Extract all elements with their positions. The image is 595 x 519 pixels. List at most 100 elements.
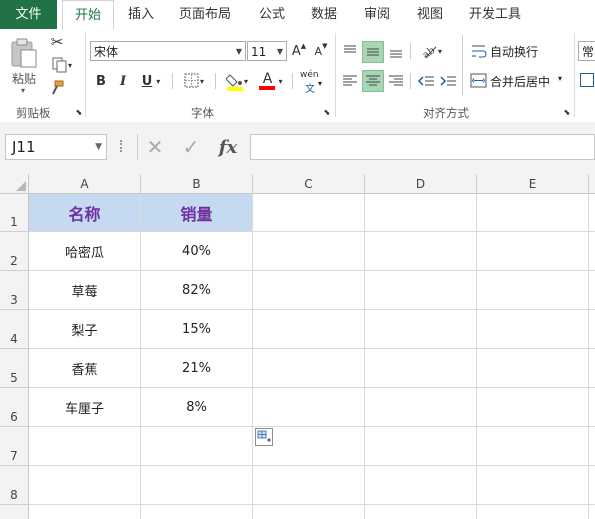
- cell-e6[interactable]: [477, 388, 589, 427]
- cell-e8[interactable]: [477, 466, 589, 505]
- cell-e3[interactable]: [477, 271, 589, 310]
- cell-b9[interactable]: [141, 505, 253, 519]
- cell-a6[interactable]: 车厘子: [29, 388, 141, 427]
- cell-c3[interactable]: [253, 271, 365, 310]
- cell-b2[interactable]: 40%: [141, 232, 253, 271]
- row-header-7[interactable]: 7: [0, 427, 29, 466]
- name-box[interactable]: J11 ▼: [5, 134, 107, 160]
- align-middle-button[interactable]: [362, 41, 384, 63]
- font-color-button[interactable]: A ▾: [256, 69, 286, 93]
- formula-input[interactable]: [250, 134, 595, 160]
- tab-home[interactable]: 开始: [62, 0, 114, 30]
- clipboard-launcher-icon[interactable]: ⬊: [74, 107, 84, 117]
- cell-d4[interactable]: [365, 310, 477, 349]
- align-left-button[interactable]: [340, 71, 360, 91]
- enter-check-icon[interactable]: ✓: [180, 135, 202, 159]
- column-header-d[interactable]: D: [365, 174, 477, 194]
- column-header-e[interactable]: E: [477, 174, 589, 194]
- shrink-font-button[interactable]: A ▼: [314, 41, 328, 61]
- cell-a3[interactable]: 草莓: [29, 271, 141, 310]
- accounting-format-icon[interactable]: [580, 73, 594, 87]
- align-right-button[interactable]: [386, 71, 406, 91]
- column-header-b[interactable]: B: [141, 174, 253, 194]
- cell-b3[interactable]: 82%: [141, 271, 253, 310]
- tab-file[interactable]: 文件: [0, 0, 57, 29]
- cell-d8[interactable]: [365, 466, 477, 505]
- cell-b7[interactable]: [141, 427, 253, 466]
- fill-color-button[interactable]: ▾: [222, 69, 252, 93]
- tab-review[interactable]: 审阅: [355, 0, 399, 29]
- font-launcher-icon[interactable]: ⬊: [322, 107, 332, 117]
- cell-b1[interactable]: 销量: [141, 194, 253, 232]
- row-header-8[interactable]: 8: [0, 466, 29, 505]
- cell-a8[interactable]: [29, 466, 141, 505]
- align-bottom-button[interactable]: [386, 41, 406, 61]
- cell-a5[interactable]: 香蕉: [29, 349, 141, 388]
- tab-developer[interactable]: 开发工具: [462, 0, 528, 29]
- cell-d5[interactable]: [365, 349, 477, 388]
- cell-d3[interactable]: [365, 271, 477, 310]
- cell-e4[interactable]: [477, 310, 589, 349]
- cell-a4[interactable]: 梨子: [29, 310, 141, 349]
- cell-e1[interactable]: [477, 194, 589, 232]
- cell-c4[interactable]: [253, 310, 365, 349]
- font-name-select[interactable]: 宋体 ▼: [90, 41, 246, 61]
- tab-insert[interactable]: 插入: [118, 0, 164, 29]
- row-header-1[interactable]: 1: [0, 194, 29, 232]
- cell-a2[interactable]: 哈密瓜: [29, 232, 141, 271]
- cell-a9[interactable]: [29, 505, 141, 519]
- row-header-6[interactable]: 6: [0, 388, 29, 427]
- align-top-button[interactable]: [340, 41, 360, 61]
- cell-f3[interactable]: [589, 271, 595, 310]
- cell-c1[interactable]: [253, 194, 365, 232]
- cell-e9[interactable]: [477, 505, 589, 519]
- cell-a7[interactable]: [29, 427, 141, 466]
- cell-c2[interactable]: [253, 232, 365, 271]
- format-painter-icon[interactable]: [48, 79, 66, 97]
- cell-d6[interactable]: [365, 388, 477, 427]
- cell-f6[interactable]: [589, 388, 595, 427]
- cell-f1[interactable]: [589, 194, 595, 232]
- cell-e5[interactable]: [477, 349, 589, 388]
- cell-f7[interactable]: [589, 427, 595, 466]
- phonetic-button[interactable]: wén 文 ▾: [298, 69, 328, 95]
- cancel-icon[interactable]: ✕: [144, 135, 166, 159]
- cell-a1[interactable]: 名称: [29, 194, 141, 232]
- cell-f5[interactable]: [589, 349, 595, 388]
- tab-view[interactable]: 视图: [408, 0, 452, 29]
- row-header-4[interactable]: 4: [0, 310, 29, 349]
- font-size-select[interactable]: 11 ▼: [247, 41, 287, 61]
- column-header-a[interactable]: A: [29, 174, 141, 194]
- cell-d1[interactable]: [365, 194, 477, 232]
- decrease-indent-button[interactable]: [416, 71, 436, 91]
- merge-center-button[interactable]: 合并后居中 ▾: [468, 71, 570, 91]
- cell-d9[interactable]: [365, 505, 477, 519]
- bold-button[interactable]: B: [93, 71, 109, 91]
- cut-icon[interactable]: ✂: [48, 33, 66, 51]
- row-header-5[interactable]: 5: [0, 349, 29, 388]
- cell-f8[interactable]: [589, 466, 595, 505]
- borders-button[interactable]: ▾: [179, 71, 209, 91]
- insert-function-button[interactable]: fx: [214, 136, 242, 158]
- cell-d2[interactable]: [365, 232, 477, 271]
- increase-indent-button[interactable]: [438, 71, 458, 91]
- paste-button[interactable]: 粘贴 ▾: [6, 33, 42, 95]
- number-format-select[interactable]: 常: [578, 41, 595, 61]
- cell-c6[interactable]: [253, 388, 365, 427]
- row-header-2[interactable]: 2: [0, 232, 29, 271]
- row-header-3[interactable]: 3: [0, 271, 29, 310]
- align-center-button[interactable]: [362, 70, 384, 92]
- cell-e7[interactable]: [477, 427, 589, 466]
- tab-data[interactable]: 数据: [302, 0, 346, 29]
- cell-b6[interactable]: 8%: [141, 388, 253, 427]
- cell-c5[interactable]: [253, 349, 365, 388]
- grow-font-button[interactable]: A ▲: [292, 41, 306, 61]
- wrap-text-button[interactable]: 自动换行: [468, 41, 568, 61]
- cell-f2[interactable]: [589, 232, 595, 271]
- tab-formulas[interactable]: 公式: [250, 0, 294, 29]
- underline-button[interactable]: U ▾: [137, 71, 165, 91]
- cell-c9[interactable]: [253, 505, 365, 519]
- cell-f4[interactable]: [589, 310, 595, 349]
- orientation-button[interactable]: ab ▾: [416, 41, 446, 61]
- cell-d7[interactable]: [365, 427, 477, 466]
